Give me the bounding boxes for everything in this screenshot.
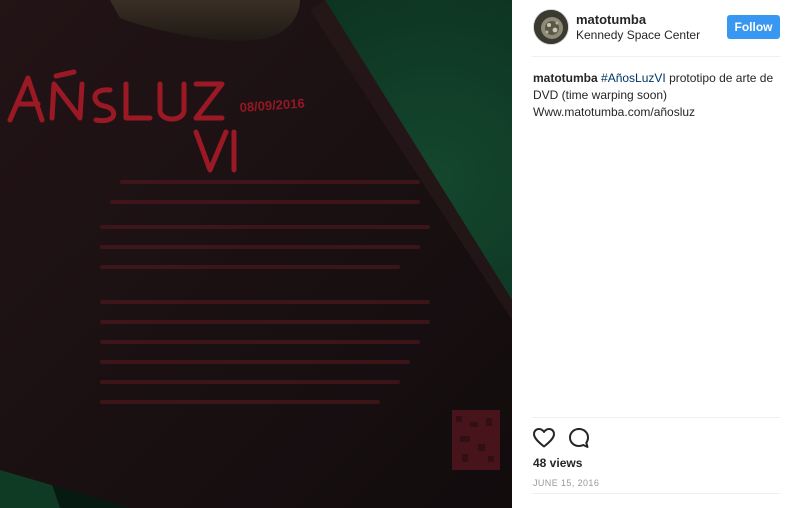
post-header: matotumba Kennedy Space Center Follow — [512, 0, 800, 56]
post-caption: matotumba #AñosLuzVI prototipo de arte d… — [533, 70, 783, 121]
comment-bubble-icon — [569, 428, 589, 448]
post-date[interactable]: JUNE 15, 2016 — [533, 478, 599, 488]
bottom-divider — [532, 493, 780, 494]
caption-hashtag[interactable]: #AñosLuzVI — [601, 71, 666, 85]
comment-button[interactable] — [567, 426, 591, 450]
location-link[interactable]: Kennedy Space Center — [576, 28, 700, 42]
avatar[interactable] — [533, 9, 569, 45]
avatar-image — [534, 10, 568, 44]
post-actions — [532, 426, 780, 450]
post-photo[interactable]: 08/09/2016 — [0, 0, 512, 508]
view-count[interactable]: 48 views — [533, 456, 582, 470]
heart-icon — [533, 428, 555, 448]
follow-button[interactable]: Follow — [727, 15, 780, 39]
username[interactable]: matotumba — [576, 12, 646, 27]
like-button[interactable] — [532, 426, 556, 450]
actions-divider — [532, 417, 780, 418]
header-divider — [532, 56, 780, 57]
dvd-case-photo: 08/09/2016 — [0, 0, 512, 508]
post-sidebar: matotumba Kennedy Space Center Follow ma… — [512, 0, 800, 508]
instagram-post: 08/09/2016 matotumba Kennedy Space Cente… — [0, 0, 800, 508]
caption-username[interactable]: matotumba — [533, 71, 598, 85]
caption-link-text: Www.matotumba.com/añosluz — [533, 105, 696, 119]
